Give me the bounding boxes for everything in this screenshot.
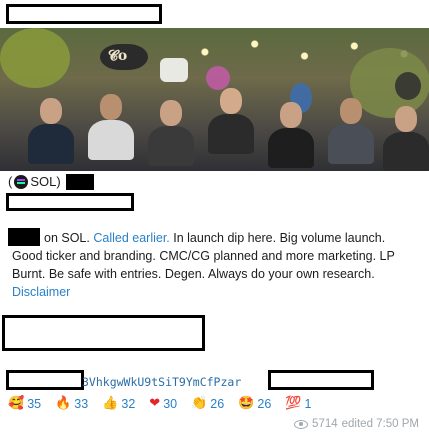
- neon-sign-text: 𝓒o: [108, 48, 128, 64]
- solana-icon: [14, 175, 29, 189]
- ticker-line: ( SOL): [8, 174, 61, 190]
- person: [328, 124, 374, 164]
- person: [340, 98, 362, 124]
- person: [395, 106, 417, 132]
- redacted-token-name: [66, 174, 94, 190]
- person: [148, 126, 194, 166]
- person: [280, 102, 302, 128]
- edited-timestamp: edited 7:50 PM: [341, 418, 419, 430]
- clap-icon: 👏: [191, 396, 208, 411]
- reaction-count: 26: [257, 396, 272, 411]
- reaction-count: 32: [121, 396, 136, 411]
- person: [383, 132, 429, 171]
- person: [220, 88, 242, 114]
- redacted-token-name-inline: [8, 228, 40, 246]
- post-body: on SOL. Called earlier. In launch dip he…: [12, 229, 417, 301]
- mascot-cutout: [206, 66, 230, 90]
- person: [40, 98, 62, 124]
- reaction-heart[interactable]: ❤ 30: [149, 396, 177, 411]
- reaction-hundred[interactable]: 💯 1: [285, 396, 311, 411]
- eye-icon: [294, 419, 309, 429]
- reaction-count: 33: [74, 396, 89, 411]
- redacted-contract-prefix: [6, 370, 84, 390]
- ticker-prefix: (: [8, 174, 13, 189]
- view-count: 5714: [312, 418, 338, 430]
- person: [88, 120, 134, 160]
- fire-icon: 🔥: [55, 396, 72, 411]
- mascot-cutout: [395, 72, 421, 100]
- redacted-section: [2, 315, 205, 351]
- hundred-icon: 💯: [285, 396, 302, 411]
- redacted-channel-name: [6, 4, 162, 24]
- reaction-fire[interactable]: 🔥 33: [55, 396, 88, 411]
- person: [160, 100, 182, 126]
- person: [100, 94, 122, 120]
- disclaimer-link[interactable]: Disclaimer: [12, 285, 70, 299]
- person: [28, 124, 74, 164]
- mascot-cutout: [160, 58, 188, 82]
- reaction-bar: 🥰 35 🔥 33 👍 32 ❤ 30 👏 26 🤩 26 💯 1: [8, 396, 311, 411]
- foliage-left: [0, 28, 70, 88]
- message-meta: 5714 edited 7:50 PM: [294, 418, 419, 430]
- reaction-count: 35: [27, 396, 42, 411]
- redacted-token-title: [6, 193, 134, 211]
- reaction-clap[interactable]: 👏 26: [191, 396, 224, 411]
- reaction-count: 26: [210, 396, 225, 411]
- called-earlier-link[interactable]: Called earlier.: [93, 231, 169, 245]
- reaction-count: 1: [304, 396, 312, 411]
- reaction-thumbs-up[interactable]: 👍 32: [102, 396, 135, 411]
- heart-icon: ❤: [149, 396, 161, 411]
- post-image[interactable]: 𝓒o: [0, 28, 429, 171]
- star-struck-icon: 🤩: [238, 396, 255, 411]
- person: [208, 114, 254, 154]
- heart-face-icon: 🥰: [8, 396, 25, 411]
- ticker-symbol: SOL): [30, 174, 61, 189]
- contract-address[interactable]: 3VhkgwWkU9tSiT9YmCfPzar: [82, 375, 241, 389]
- person: [268, 128, 314, 168]
- reaction-count: 30: [163, 396, 178, 411]
- reaction-heart-face[interactable]: 🥰 35: [8, 396, 41, 411]
- body-start: on SOL.: [44, 231, 94, 245]
- thumbs-up-icon: 👍: [102, 396, 119, 411]
- redacted-contract-suffix: [268, 370, 374, 390]
- reaction-star-struck[interactable]: 🤩 26: [238, 396, 271, 411]
